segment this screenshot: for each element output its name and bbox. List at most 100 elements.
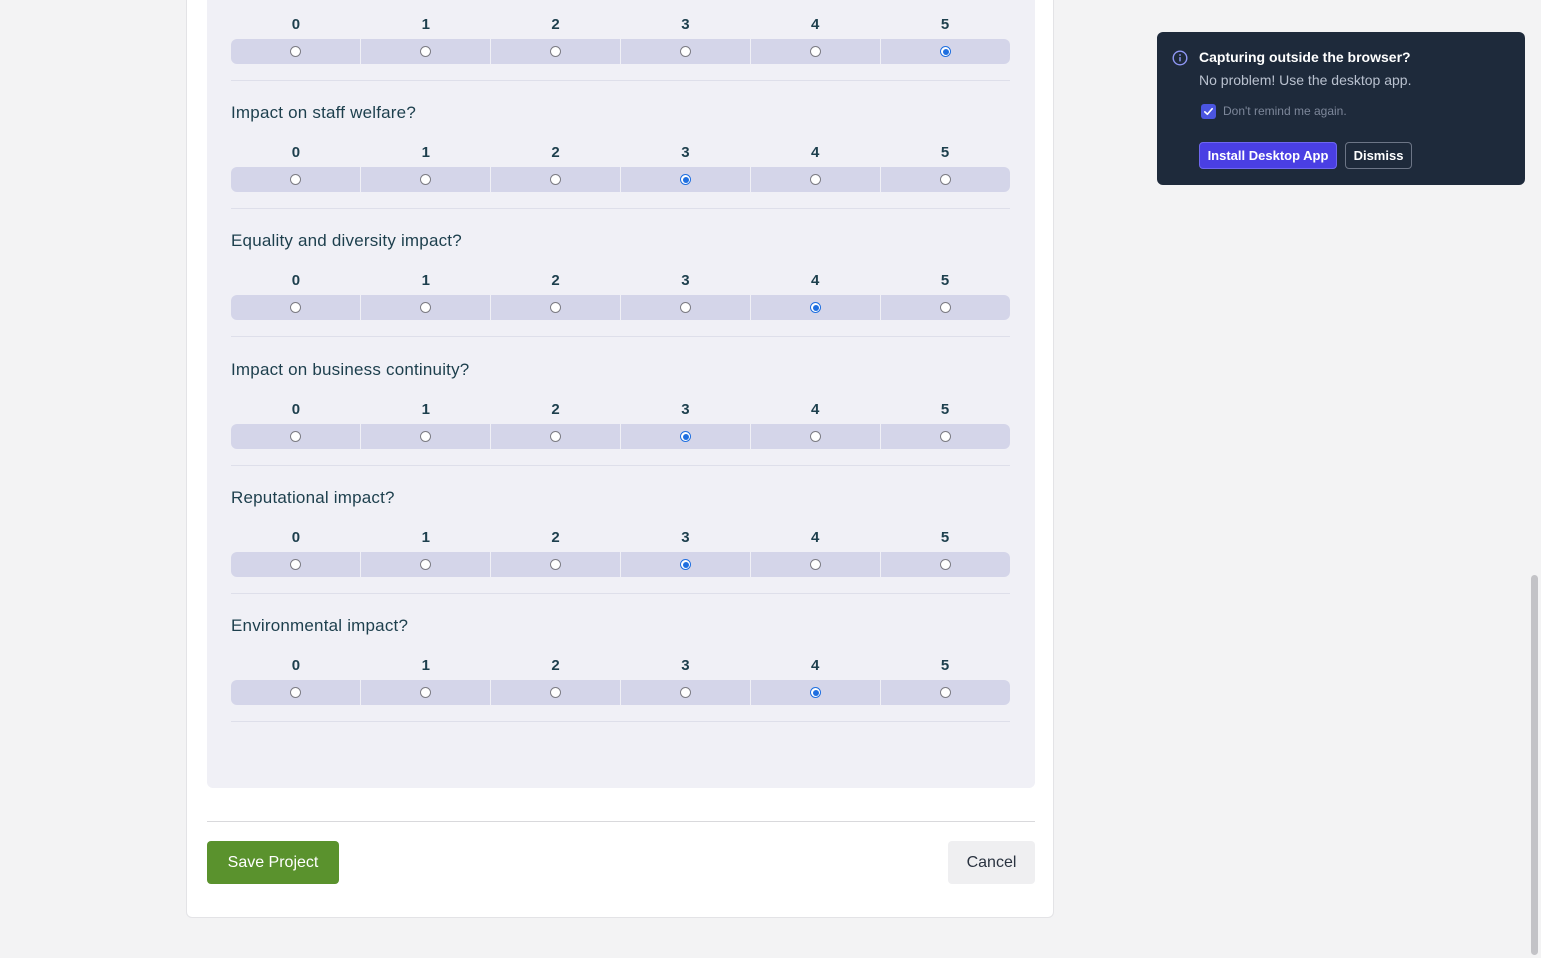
- rating-option-cell[interactable]: [231, 39, 361, 64]
- scale-number: 4: [811, 529, 820, 546]
- scale-number: 5: [940, 144, 950, 161]
- rating-option-cell[interactable]: [621, 167, 751, 192]
- rating-option-cell[interactable]: [881, 167, 1010, 192]
- rating-option-cell[interactable]: [621, 295, 751, 320]
- rating-radio-group: [231, 295, 1010, 320]
- rating-radio-2[interactable]: [550, 302, 561, 313]
- dont-remind-checkbox[interactable]: [1201, 104, 1216, 119]
- rating-option-cell[interactable]: [881, 424, 1010, 449]
- rating-radio-0[interactable]: [290, 687, 301, 698]
- rating-radio-1[interactable]: [420, 46, 431, 57]
- rating-radio-2[interactable]: [550, 687, 561, 698]
- rating-option-cell[interactable]: [361, 39, 491, 64]
- rating-question: Impact on staff welfare? 0 1 2 3 4 5: [231, 103, 1010, 231]
- rating-option-cell[interactable]: [881, 295, 1010, 320]
- rating-radio-4[interactable]: [810, 559, 821, 570]
- rating-radio-group: [231, 424, 1010, 449]
- rating-question: Equality and diversity impact? 0 1 2 3 4 5: [231, 231, 1010, 359]
- rating-radio-2[interactable]: [550, 559, 561, 570]
- rating-option-cell[interactable]: [361, 167, 491, 192]
- rating-option-cell[interactable]: [881, 552, 1010, 577]
- rating-radio-1[interactable]: [420, 431, 431, 442]
- rating-option-cell[interactable]: [491, 680, 621, 705]
- rating-option-cell[interactable]: [231, 424, 361, 449]
- save-project-button[interactable]: Save Project: [207, 841, 339, 884]
- rating-radio-3[interactable]: [680, 431, 691, 442]
- scale-number: 2: [551, 401, 560, 418]
- rating-radio-group: [231, 39, 1010, 64]
- scale-number: 4: [811, 401, 820, 418]
- rating-radio-5[interactable]: [940, 431, 951, 442]
- rating-radio-3[interactable]: [680, 174, 691, 185]
- scale-number: 3: [681, 272, 690, 289]
- rating-radio-4[interactable]: [810, 431, 821, 442]
- rating-radio-5[interactable]: [940, 559, 951, 570]
- rating-radio-5[interactable]: [940, 302, 951, 313]
- page-scrollbar[interactable]: [1531, 575, 1538, 955]
- rating-radio-3[interactable]: [680, 46, 691, 57]
- scale-number: 1: [421, 144, 430, 161]
- rating-radio-0[interactable]: [290, 559, 301, 570]
- rating-option-cell[interactable]: [491, 39, 621, 64]
- rating-radio-1[interactable]: [420, 559, 431, 570]
- checkmark-icon: [1204, 107, 1213, 116]
- rating-option-cell[interactable]: [491, 295, 621, 320]
- rating-option-cell[interactable]: [621, 680, 751, 705]
- project-form-card: Impact on the pupil experience?012345Imp…: [186, 0, 1054, 918]
- rating-radio-4[interactable]: [810, 174, 821, 185]
- rating-option-cell[interactable]: [881, 680, 1010, 705]
- rating-option-cell[interactable]: [231, 680, 361, 705]
- rating-option-cell[interactable]: [621, 552, 751, 577]
- rating-option-cell[interactable]: [491, 552, 621, 577]
- rating-radio-2[interactable]: [550, 46, 561, 57]
- rating-radio-5[interactable]: [940, 687, 951, 698]
- rating-radio-1[interactable]: [420, 687, 431, 698]
- install-desktop-app-button[interactable]: Install Desktop App: [1199, 142, 1337, 169]
- rating-radio-1[interactable]: [420, 302, 431, 313]
- scale-number: 3: [681, 401, 690, 418]
- rating-radio-0[interactable]: [290, 174, 301, 185]
- rating-radio-5[interactable]: [940, 174, 951, 185]
- rating-option-cell[interactable]: [491, 167, 621, 192]
- rating-option-cell[interactable]: [751, 39, 881, 64]
- rating-radio-4[interactable]: [810, 302, 821, 313]
- rating-option-cell[interactable]: [621, 424, 751, 449]
- rating-option-cell[interactable]: [361, 295, 491, 320]
- scale-number: 2: [551, 657, 560, 674]
- rating-radio-1[interactable]: [420, 174, 431, 185]
- scale-number: 1: [421, 272, 430, 289]
- rating-radio-0[interactable]: [290, 431, 301, 442]
- scale-number: 5: [940, 657, 950, 674]
- rating-option-cell[interactable]: [621, 39, 751, 64]
- question-divider: [231, 593, 1010, 594]
- rating-radio-5[interactable]: [940, 46, 951, 57]
- rating-radio-3[interactable]: [680, 302, 691, 313]
- question-label: Equality and diversity impact?: [231, 231, 462, 250]
- rating-option-cell[interactable]: [491, 424, 621, 449]
- dismiss-button[interactable]: Dismiss: [1345, 142, 1412, 169]
- rating-radio-0[interactable]: [290, 302, 301, 313]
- rating-radio-0[interactable]: [290, 46, 301, 57]
- rating-radio-3[interactable]: [680, 559, 691, 570]
- rating-option-cell[interactable]: [881, 39, 1010, 64]
- rating-radio-3[interactable]: [680, 687, 691, 698]
- rating-option-cell[interactable]: [751, 424, 881, 449]
- rating-radio-2[interactable]: [550, 431, 561, 442]
- rating-option-cell[interactable]: [751, 295, 881, 320]
- rating-option-cell[interactable]: [231, 167, 361, 192]
- rating-radio-4[interactable]: [810, 46, 821, 57]
- rating-radio-2[interactable]: [550, 174, 561, 185]
- rating-option-cell[interactable]: [361, 680, 491, 705]
- scale-number: 1: [421, 401, 430, 418]
- rating-option-cell[interactable]: [361, 552, 491, 577]
- rating-option-cell[interactable]: [751, 167, 881, 192]
- rating-option-cell[interactable]: [361, 424, 491, 449]
- rating-radio-group: [231, 552, 1010, 577]
- cancel-button[interactable]: Cancel: [948, 841, 1035, 884]
- rating-radio-4[interactable]: [810, 687, 821, 698]
- rating-option-cell[interactable]: [231, 295, 361, 320]
- rating-option-cell[interactable]: [751, 552, 881, 577]
- rating-option-cell[interactable]: [231, 552, 361, 577]
- scale-number: 0: [291, 401, 301, 418]
- rating-option-cell[interactable]: [751, 680, 881, 705]
